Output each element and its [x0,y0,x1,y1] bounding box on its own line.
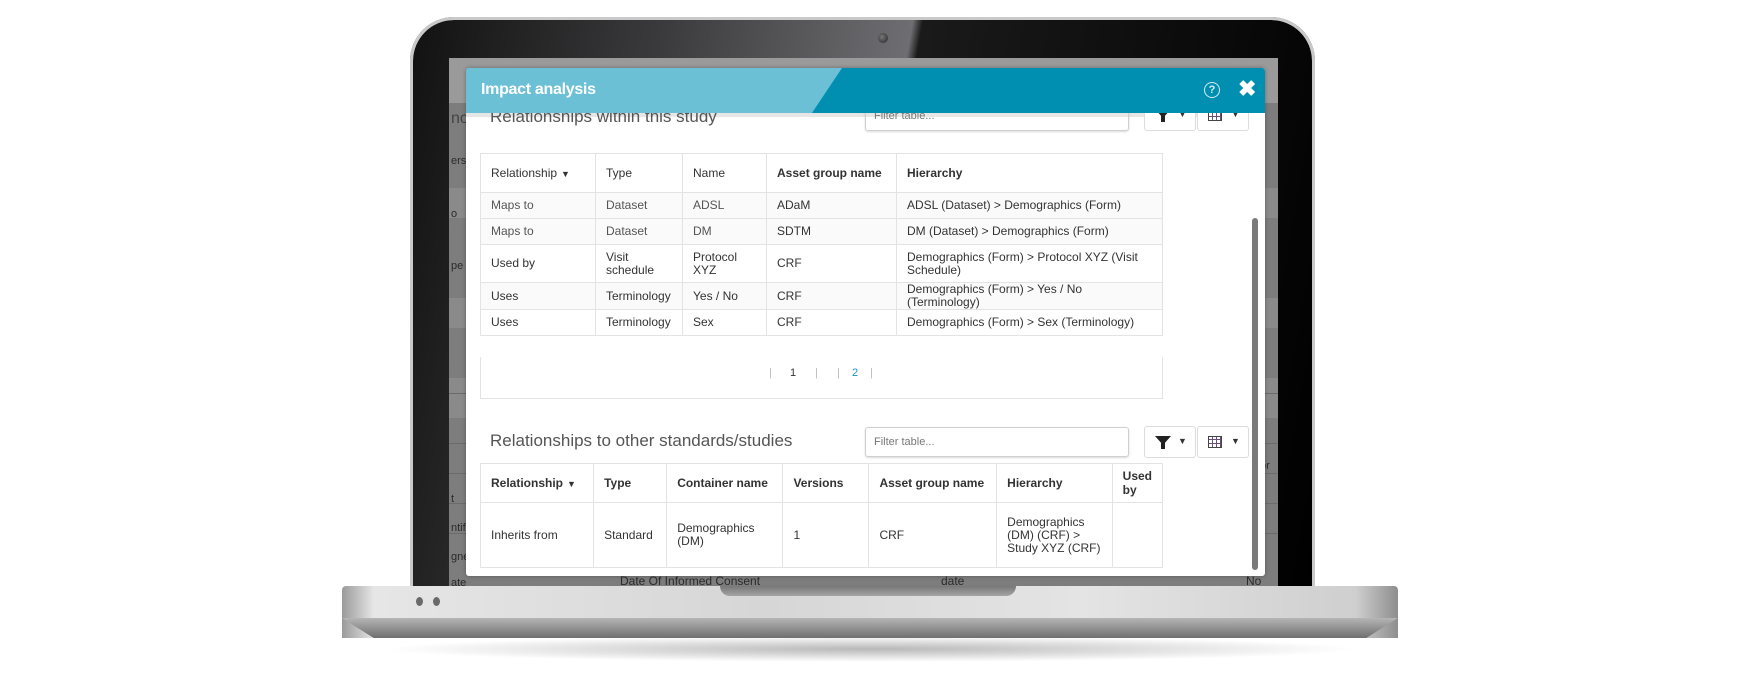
table-row[interactable]: Used by Visit schedule Protocol XYZ CRF … [480,244,1163,283]
cell-relationship: Used by [480,244,596,283]
table-columns-icon [1208,436,1222,448]
modal-scrollbar[interactable] [1252,218,1258,570]
background-text: t [451,493,455,505]
table-row[interactable]: Uses Terminology Yes / No CRF Demographi… [480,282,1163,310]
cell-hierarchy: Demographics (DM) (CRF) > Study XYZ (CRF… [996,502,1113,568]
modal-title: Impact analysis [481,81,596,98]
cell-asset-group: CRF [766,309,897,336]
cell-name: DM [682,218,767,245]
table-header-row: Relationship ▼ Type Container name Versio… [479,463,1164,503]
help-icon[interactable]: ? [1204,82,1220,98]
table-columns-icon [1208,113,1222,121]
filter-dropdown-button-2[interactable]: ▼ [1144,426,1196,458]
cell-asset-group: CRF [868,502,998,568]
cell-used-by [1111,502,1164,568]
webcam [878,33,888,43]
column-header-name[interactable]: Name [682,153,767,193]
column-header-versions[interactable]: Versions [782,463,870,503]
pager-separator: | [870,367,873,379]
cell-type: Terminology [595,309,683,336]
pager-separator: | [769,367,772,379]
cell-name: Sex [682,309,767,336]
laptop-shadow [380,636,1360,662]
caret-down-icon: ▼ [1231,113,1240,119]
modal-body: Relationships within this study Filter t… [466,113,1249,576]
table-header-row: Relationship ▼ Type Name Asset group name… [480,153,1163,193]
relationships-other-standards-table: Relationship ▼ Type Container name Versio… [479,463,1164,568]
cell-asset-group: ADaM [766,192,897,219]
cell-asset-group: CRF [766,244,897,283]
table-row[interactable]: Inherits from Standard Demographics (DM)… [479,502,1164,568]
filter-table-input-2[interactable]: Filter table... [865,427,1129,457]
cell-type: Dataset [595,218,683,245]
column-header-type[interactable]: Type [593,463,668,503]
indicator-light [416,597,423,606]
background-text: ers [451,155,467,167]
cell-relationship: Maps to [480,192,596,219]
table-row[interactable]: Maps to Dataset DM SDTM DM (Dataset) > D… [480,218,1163,245]
cell-hierarchy: DM (Dataset) > Demographics (Form) [896,218,1163,245]
cell-relationship: Maps to [480,218,596,245]
table-row[interactable]: Maps to Dataset ADSL ADaM ADSL (Dataset)… [480,192,1163,219]
laptop-base-edge [342,618,1398,638]
background-text: pe [451,260,464,272]
relationships-within-study-table: Relationship ▼ Type Name Asset group name… [480,153,1163,336]
column-header-used-by[interactable]: Used by [1111,463,1164,503]
cell-hierarchy: Demographics (Form) > Sex (Terminology) [896,309,1163,336]
column-header-asset-group-name[interactable]: Asset group name [868,463,998,503]
funnel-icon [1155,436,1171,449]
laptop-hinge-notch [720,586,1016,596]
cell-asset-group: SDTM [766,218,897,245]
pagination: | 1 | | 2 | [480,357,1163,399]
column-header-hierarchy[interactable]: Hierarchy [996,463,1113,503]
funnel-icon [1155,113,1171,122]
modal-header: Impact analysis ? ✖ [466,68,1265,113]
cell-type: Standard [593,502,668,568]
table-row[interactable]: Uses Terminology Sex CRF Demographics (F… [480,309,1163,336]
caret-down-icon: ▼ [1178,113,1187,119]
cell-relationship: Inherits from [479,502,595,568]
cell-type: Visit schedule [595,244,683,283]
cell-container-name: Demographics (DM) [666,502,784,568]
cell-relationship: Uses [480,282,596,310]
pager-separator: | [815,367,818,379]
cell-asset-group: CRF [766,282,897,310]
page-1-link[interactable]: 1 [790,367,796,379]
indicator-light [433,597,440,606]
column-header-relationship[interactable]: Relationship ▼ [480,153,596,193]
cell-name: Yes / No [682,282,767,310]
section-title-other-standards: Relationships to other standards/studies [490,431,793,450]
impact-analysis-modal: Impact analysis ? ✖ Relationships within… [466,68,1265,576]
caret-down-icon: ▼ [1178,436,1187,446]
page-2-link[interactable]: 2 [852,367,858,379]
sort-caret-icon: ▼ [561,169,570,179]
section-title-within-study: Relationships within this study [490,113,717,126]
background-text: ntif [451,522,466,534]
column-header-hierarchy[interactable]: Hierarchy [896,153,1163,193]
close-icon[interactable]: ✖ [1238,77,1256,101]
cell-hierarchy: Demographics (Form) > Protocol XYZ (Visi… [896,244,1163,283]
column-header-asset-group-name[interactable]: Asset group name [766,153,897,193]
cell-name: Protocol XYZ [682,244,767,283]
cell-versions: 1 [782,502,870,568]
cell-hierarchy: ADSL (Dataset) > Demographics (Form) [896,192,1163,219]
cell-type: Dataset [595,192,683,219]
column-header-relationship[interactable]: Relationship ▼ [479,463,595,503]
filter-table-input-1[interactable]: Filter table... [865,113,1129,131]
sort-caret-icon: ▼ [567,479,576,489]
column-header-type[interactable]: Type [595,153,683,193]
cell-hierarchy: Demographics (Form) > Yes / No (Terminol… [896,282,1163,310]
filter-dropdown-button-1[interactable]: ▼ [1144,113,1196,131]
cell-name: ADSL [682,192,767,219]
pager-separator: | [837,367,840,379]
column-header-container-name[interactable]: Container name [666,463,784,503]
cell-type: Terminology [595,282,683,310]
background-text: o [451,208,458,220]
columns-dropdown-button-1[interactable]: ▼ [1197,113,1249,131]
cell-relationship: Uses [480,309,596,336]
caret-down-icon: ▼ [1231,436,1240,446]
columns-dropdown-button-2[interactable]: ▼ [1197,426,1249,458]
